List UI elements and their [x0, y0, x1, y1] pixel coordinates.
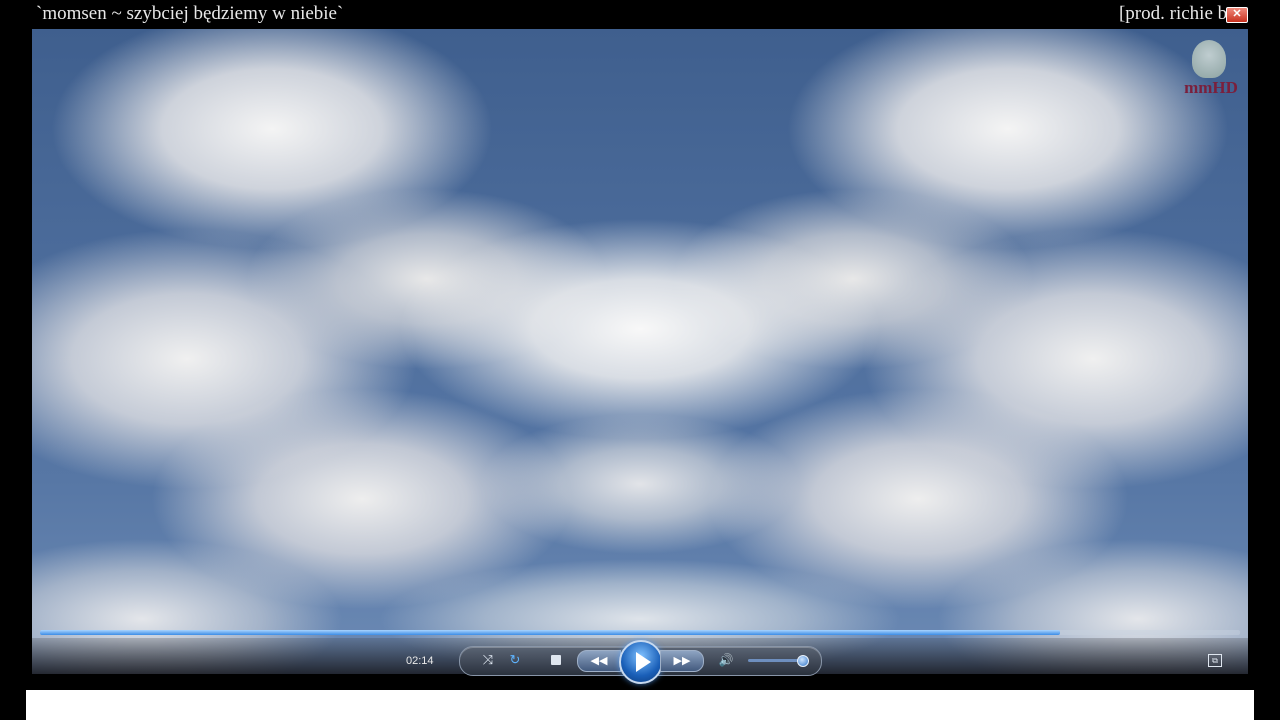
close-icon[interactable]: ✕: [1226, 7, 1248, 23]
seek-bar-progress: [40, 630, 1060, 635]
video-title: `momsen ~ szybciej będziemy w niebie`: [36, 3, 344, 24]
play-button[interactable]: [619, 640, 663, 684]
fast-forward-button[interactable]: ▶▶: [660, 650, 704, 672]
seek-bar[interactable]: [40, 630, 1240, 635]
page-below-player: [26, 690, 1254, 720]
elapsed-time: 02:14: [406, 655, 434, 667]
play-icon: [636, 652, 651, 672]
switch-to-library-icon[interactable]: ⧉: [1208, 654, 1222, 667]
shuffle-icon[interactable]: ⤨: [478, 651, 498, 669]
rewind-button[interactable]: ◀◀: [577, 650, 621, 672]
logo-text: mmHD: [1184, 78, 1238, 97]
cactus-logo-icon: [1192, 40, 1226, 78]
video-frame[interactable]: [32, 29, 1248, 674]
channel-logo: mmHD: [1178, 40, 1244, 98]
volume-slider-handle[interactable]: [797, 655, 809, 667]
repeat-icon[interactable]: ↻: [505, 651, 525, 669]
title-bar: `momsen ~ szybciej będziemy w niebie` [p…: [0, 0, 1280, 28]
volume-icon[interactable]: 🔊: [716, 651, 736, 669]
stop-button[interactable]: [551, 655, 561, 665]
